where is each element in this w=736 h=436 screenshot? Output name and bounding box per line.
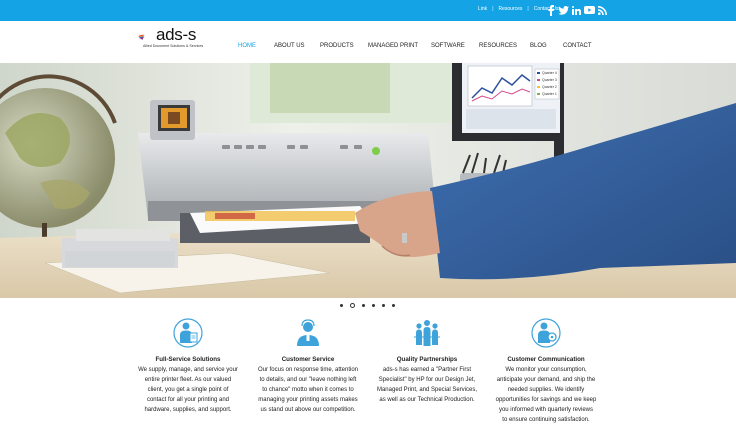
monitor-legend-q2: Quarter 2 — [542, 85, 557, 89]
feature-description: Our focus on response time, attention to… — [257, 367, 359, 413]
nav-blog[interactable]: BLOG — [530, 43, 547, 49]
feature-description: ads-s has earned a "Partner First Specia… — [376, 367, 478, 403]
slider-dot-1[interactable] — [340, 304, 343, 307]
slider-pagination — [340, 303, 395, 308]
monitor-legend-q1: Quarter 1 — [542, 92, 557, 96]
nav-managed-print[interactable]: MANAGED PRINT — [368, 43, 418, 49]
utility-link[interactable]: Link — [478, 6, 487, 12]
twitter-icon[interactable] — [558, 4, 569, 16]
feature-quality-partnerships: Quality Partnerships ads-s has earned a … — [358, 318, 496, 405]
slider-dot-2-active[interactable] — [350, 303, 355, 308]
nav-contact[interactable]: CONTACT — [563, 43, 592, 49]
utility-link-resources[interactable]: Resources — [499, 6, 523, 12]
slider-dot-6[interactable] — [392, 304, 395, 307]
person-document-icon — [173, 318, 203, 348]
feature-customer-service: Customer Service Our focus on response t… — [239, 318, 377, 415]
facebook-icon[interactable] — [545, 4, 556, 16]
feature-description: We supply, manage, and service your enti… — [138, 367, 238, 413]
nav-about-us[interactable]: ABOUT US — [274, 43, 305, 49]
feature-title: Full-Service Solutions — [155, 356, 221, 363]
person-gear-icon — [531, 318, 561, 348]
social-icons — [545, 4, 608, 16]
linkedin-icon[interactable] — [571, 4, 582, 16]
slider-dot-3[interactable] — [362, 304, 365, 307]
monitor-legend-q4: Quarter 4 — [542, 71, 557, 75]
brand-name[interactable]: ads-s — [156, 25, 196, 45]
brand-tagline: Allied Document Solutions & Services — [143, 44, 204, 48]
feature-title: Customer Service — [281, 356, 335, 363]
nav-home[interactable]: HOME — [238, 43, 256, 49]
slider-dot-5[interactable] — [382, 304, 385, 307]
hero-office-printer-scene: Quarter 4 Quarter 3 Quarter 2 Quarter 1 — [0, 63, 736, 298]
monitor-legend-q3: Quarter 3 — [542, 78, 557, 82]
feature-full-service: Full-Service Solutions We supply, manage… — [119, 318, 257, 415]
group-partnership-icon — [414, 320, 440, 346]
support-person-icon — [297, 319, 319, 346]
slider-dot-4[interactable] — [372, 304, 375, 307]
feature-title: Quality Partnerships — [396, 356, 458, 363]
site-header: ads-s Allied Document Solutions & Servic… — [0, 21, 736, 63]
rss-icon[interactable] — [597, 4, 608, 16]
nav-products[interactable]: PRODUCTS — [320, 43, 354, 49]
top-utility-bar: Link | Resources | Contact Us — [0, 0, 736, 21]
hero-slider-image[interactable]: Quarter 4 Quarter 3 Quarter 2 Quarter 1 — [0, 63, 736, 298]
nav-resources[interactable]: RESOURCES — [479, 43, 517, 49]
nav-software[interactable]: SOFTWARE — [431, 43, 465, 49]
feature-title: Customer Communication — [507, 356, 585, 363]
feature-customer-communication: Customer Communication We monitor your c… — [477, 318, 615, 425]
youtube-icon[interactable] — [584, 4, 595, 16]
feature-description: We monitor your consumption, anticipate … — [495, 367, 597, 423]
